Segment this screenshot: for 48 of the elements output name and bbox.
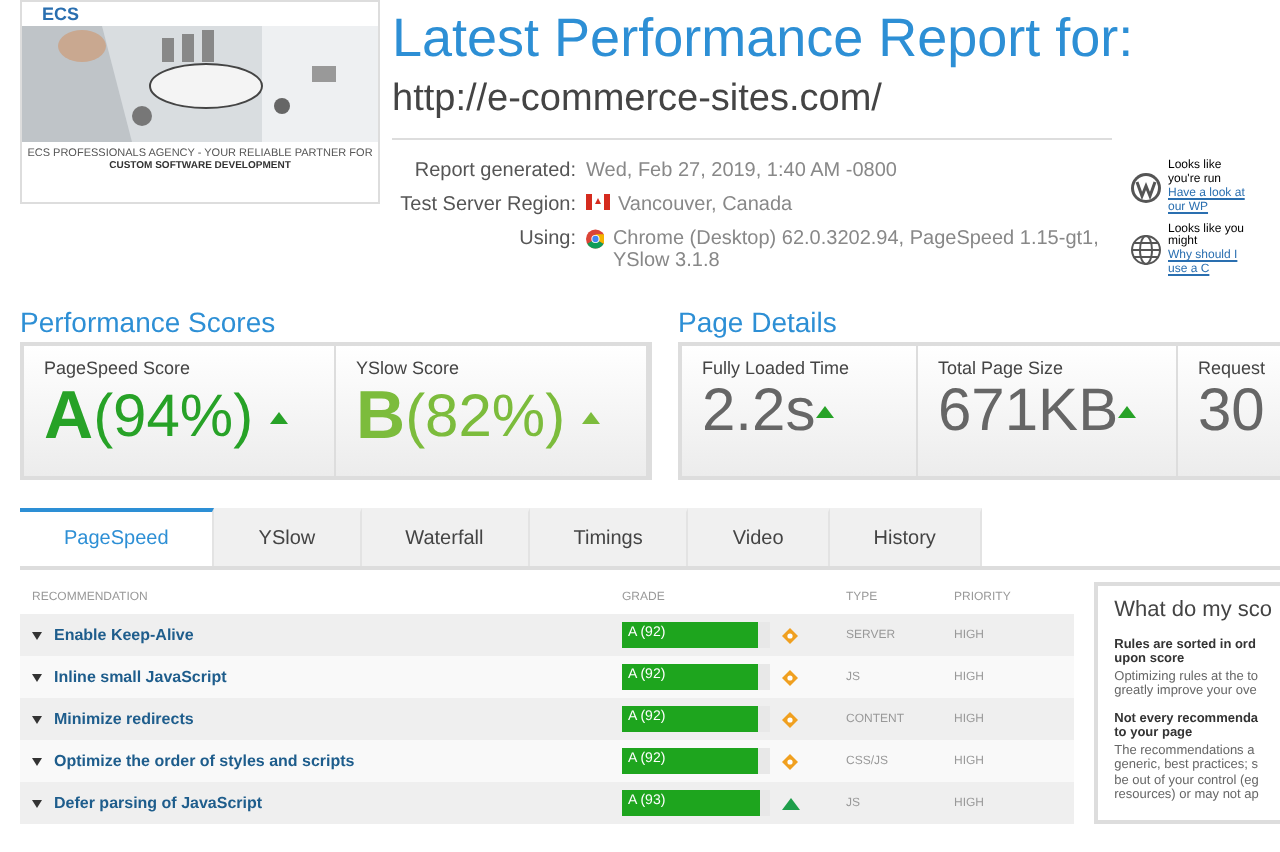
recommendation-link[interactable]: Enable Keep-Alive xyxy=(54,626,194,644)
tab[interactable]: YSlow xyxy=(214,508,362,566)
detail-label: Request xyxy=(1198,358,1260,378)
tab[interactable]: Video xyxy=(688,508,830,566)
score-value: (94%) xyxy=(93,383,254,451)
caret-icon xyxy=(32,799,42,807)
wordpress-icon xyxy=(1130,171,1162,204)
info-label: Test Server Region: xyxy=(398,194,576,217)
info-label: Report generated: xyxy=(412,160,576,182)
score-grade: A xyxy=(44,378,94,456)
tab[interactable]: Timings xyxy=(529,508,689,566)
chrome-icon xyxy=(586,228,605,251)
detail-value: 2.2s xyxy=(702,378,816,446)
recommendation-link[interactable]: Optimize the order of styles and scripts xyxy=(54,752,355,770)
detail-label: Total Page Size xyxy=(938,358,1066,378)
section-title: Page Details xyxy=(678,306,839,338)
flag-icon xyxy=(586,194,610,211)
up-arrow-icon xyxy=(1118,406,1137,418)
detail-value: 671KB xyxy=(938,378,1119,446)
caret-icon xyxy=(32,673,42,681)
info-label: Using: xyxy=(517,228,576,251)
tab[interactable]: History xyxy=(829,508,982,566)
panel-title: What do my sco xyxy=(1114,596,1272,624)
recommendation-link[interactable]: Minimize redirects xyxy=(54,710,194,728)
detail-value: 30 xyxy=(1198,378,1265,446)
caret-icon xyxy=(32,757,42,765)
info-value: Vancouver, Canada xyxy=(618,194,793,217)
info-value: Wed, Feb 27, 2019, 1:40 AM -0800 xyxy=(586,160,897,182)
caret-icon xyxy=(32,631,42,639)
recommendation-link[interactable]: Inline small JavaScript xyxy=(54,668,227,686)
up-arrow-icon xyxy=(815,406,834,418)
detail-label: Fully Loaded Time xyxy=(702,358,852,378)
info-value: Chrome (Desktop) 62.0.3202.94, PageSpeed 1.15-gt1, YSlow 3.1.8 xyxy=(612,228,1101,273)
globe-icon xyxy=(1130,234,1162,267)
tab[interactable]: PageSpeed xyxy=(20,508,215,566)
tab[interactable]: Waterfall xyxy=(361,508,530,566)
score-label: PageSpeed Score xyxy=(44,358,193,378)
report-title: Latest Performance Report for: xyxy=(392,8,1136,70)
score-value: (82%) xyxy=(405,383,566,451)
section-title: Performance Scores xyxy=(20,306,278,338)
recommendation-link[interactable]: Defer parsing of JavaScript xyxy=(54,794,263,812)
score-label: YSlow Score xyxy=(356,358,462,378)
up-arrow-icon xyxy=(269,411,288,423)
up-arrow-icon xyxy=(581,411,600,423)
report-url: http://e-commerce-sites.com/ xyxy=(392,78,1112,140)
logo-text: ECS xyxy=(42,4,80,24)
caret-icon xyxy=(32,715,42,723)
score-grade: B xyxy=(356,378,406,456)
